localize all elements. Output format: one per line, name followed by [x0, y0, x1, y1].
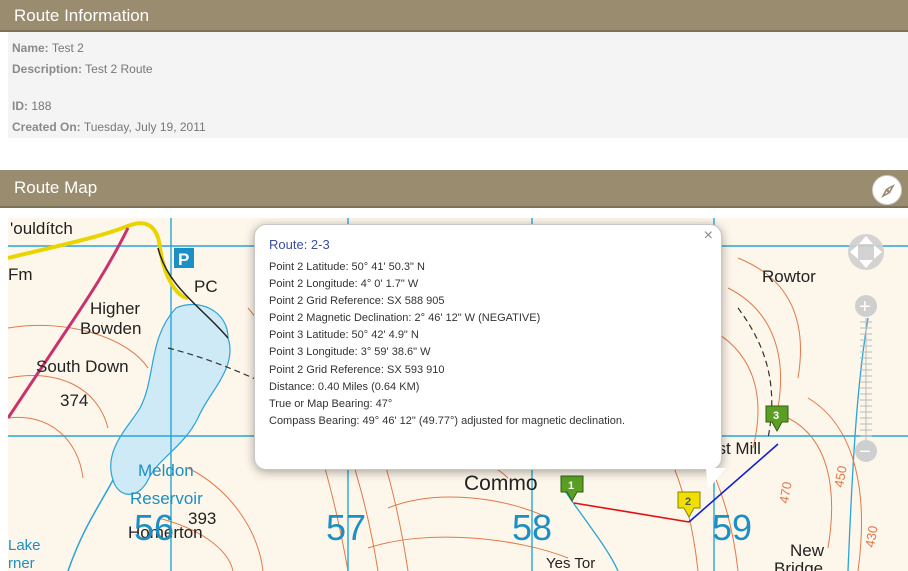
popup-line: Point 2 Grid Reference: SX 593 910 — [269, 363, 445, 376]
map-label: Bridge — [774, 559, 823, 571]
popup-line: Distance: 0.40 Miles (0.64 KM) — [269, 380, 420, 393]
map-label: 'ouldítch — [10, 219, 73, 238]
route-id-label: ID: — [12, 99, 28, 113]
svg-text:+: + — [859, 296, 871, 318]
contour-label: 430 — [862, 525, 881, 549]
popup-close-button[interactable]: × — [704, 227, 713, 245]
popup-line: Point 2 Latitude: 50° 41' 50.3" N — [269, 261, 425, 273]
route-marker-1[interactable]: 1 — [560, 475, 584, 503]
popup-line: Point 3 Longitude: 3° 59' 38.6" W — [269, 346, 431, 359]
popup-title: Route: 2-3 — [269, 237, 330, 252]
route-created-row: Created On: Tuesday, July 19, 2011 — [12, 117, 904, 138]
popup-line: Point 2 Magnetic Declination: 2° 46' 12"… — [269, 312, 541, 325]
route-map-title: Route Map — [14, 178, 98, 197]
route-name-row: Name: Test 2 — [12, 38, 904, 59]
popup-line: Point 3 Latitude: 50° 42' 4.9" N — [269, 329, 419, 342]
compass-icon — [881, 184, 895, 198]
route-marker-2[interactable]: 2 — [677, 491, 701, 519]
map-label: Reservoir — [130, 489, 203, 508]
route-info-popup: × Route: 2-3 Point 2 Latitude: 50° 41' 5… — [254, 224, 722, 470]
map-navigation-control: + − — [846, 222, 886, 472]
route-created-label: Created On: — [12, 120, 81, 134]
grid-number: 57 — [326, 507, 366, 548]
svg-text:−: − — [859, 441, 871, 463]
route-marker-3[interactable]: 3 — [765, 405, 789, 433]
map-label: Commo — [464, 472, 538, 495]
popup-line: Point 2 Grid Reference: SX 588 905 — [269, 295, 445, 308]
compass-button[interactable] — [872, 175, 902, 205]
svg-text:1: 1 — [568, 480, 574, 492]
zoom-slider[interactable] — [860, 318, 872, 442]
pan-control[interactable] — [848, 234, 884, 270]
route-description-value: Test 2 Route — [85, 62, 153, 76]
popup-line: Compass Bearing: 49° 46' 12" (49.77°) ad… — [269, 414, 626, 427]
map-label: Meldon — [138, 461, 194, 480]
map-label: New — [790, 541, 825, 560]
stream — [67, 479, 114, 571]
route-id-value: 188 — [31, 99, 52, 113]
route-name-value: Test 2 — [51, 41, 84, 55]
svg-text:P: P — [178, 250, 189, 269]
contour-label: 470 — [776, 481, 795, 505]
zoom-out-button[interactable]: − — [855, 440, 877, 463]
map-label: Lake — [8, 537, 41, 554]
route-description-label: Description: — [12, 62, 83, 76]
route-information-panel: Name: Test 2 Description: Test 2 Route I… — [8, 32, 908, 138]
route-created-value: Tuesday, July 19, 2011 — [83, 120, 206, 134]
popup-line: Point 2 Longitude: 4° 0' 1.7" W — [269, 278, 419, 291]
map-label: Rowtor — [762, 267, 816, 286]
map-label: Yes Tor — [546, 555, 595, 571]
route-map[interactable]: 'ouldítch Fm Higher Bowden South Down 37… — [8, 218, 908, 571]
route-segment-1-2 — [573, 502, 690, 523]
route-name-label: Name: — [12, 41, 49, 55]
route-information-title: Route Information — [14, 6, 150, 25]
grid-number: 59 — [712, 507, 752, 548]
zoom-in-button[interactable]: + — [855, 295, 877, 318]
route-id-row: ID: 188 — [12, 96, 904, 117]
map-label: South Down — [36, 357, 129, 376]
map-label: rner — [8, 555, 35, 571]
map-label: Fm — [8, 265, 33, 284]
svg-text:2: 2 — [685, 496, 691, 508]
popup-line: True or Map Bearing: 47° — [269, 397, 393, 410]
map-label: 374 — [60, 391, 88, 410]
map-label: PC — [194, 277, 218, 296]
route-information-header: Route Information — [0, 0, 908, 32]
map-label: Bowden — [80, 319, 141, 338]
map-label: 393 — [188, 509, 216, 528]
map-label: Higher — [90, 299, 140, 318]
route-description-row: Description: Test 2 Route — [12, 59, 904, 80]
grid-number: 58 — [512, 507, 552, 548]
route-map-header: Route Map — [0, 170, 908, 208]
svg-text:3: 3 — [773, 410, 779, 422]
grid-number: 56 — [134, 507, 174, 548]
